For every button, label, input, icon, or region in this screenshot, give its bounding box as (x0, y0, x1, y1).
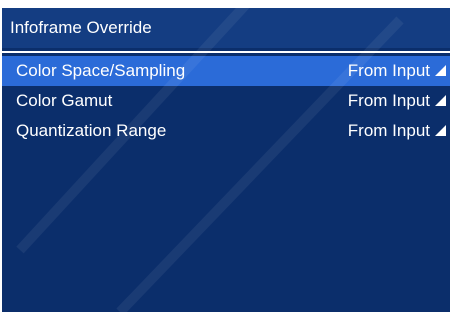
menu-item-color-space-sampling[interactable]: Color Space/Sampling From Input (2, 56, 450, 86)
osd-screen: Infoframe Override Color Space/Sampling … (2, 8, 450, 312)
menu-list: Color Space/Sampling From Input Color Ga… (2, 56, 450, 146)
dropdown-arrow-icon[interactable] (434, 64, 446, 76)
menu-item-color-gamut[interactable]: Color Gamut From Input (2, 86, 450, 116)
menu-item-label: Quantization Range (16, 121, 167, 140)
menu-item-quantization-range[interactable]: Quantization Range From Input (2, 116, 450, 146)
menu-item-value: From Input (347, 91, 430, 110)
dropdown-arrow-icon[interactable] (434, 124, 446, 136)
page-title: Infoframe Override (2, 8, 450, 48)
dropdown-arrow-icon[interactable] (434, 94, 446, 106)
menu-item-value: From Input (347, 121, 430, 140)
menu-item-value: From Input (347, 61, 430, 80)
menu-item-label: Color Space/Sampling (16, 61, 186, 80)
title-divider (2, 51, 450, 53)
menu-item-label: Color Gamut (16, 91, 113, 110)
